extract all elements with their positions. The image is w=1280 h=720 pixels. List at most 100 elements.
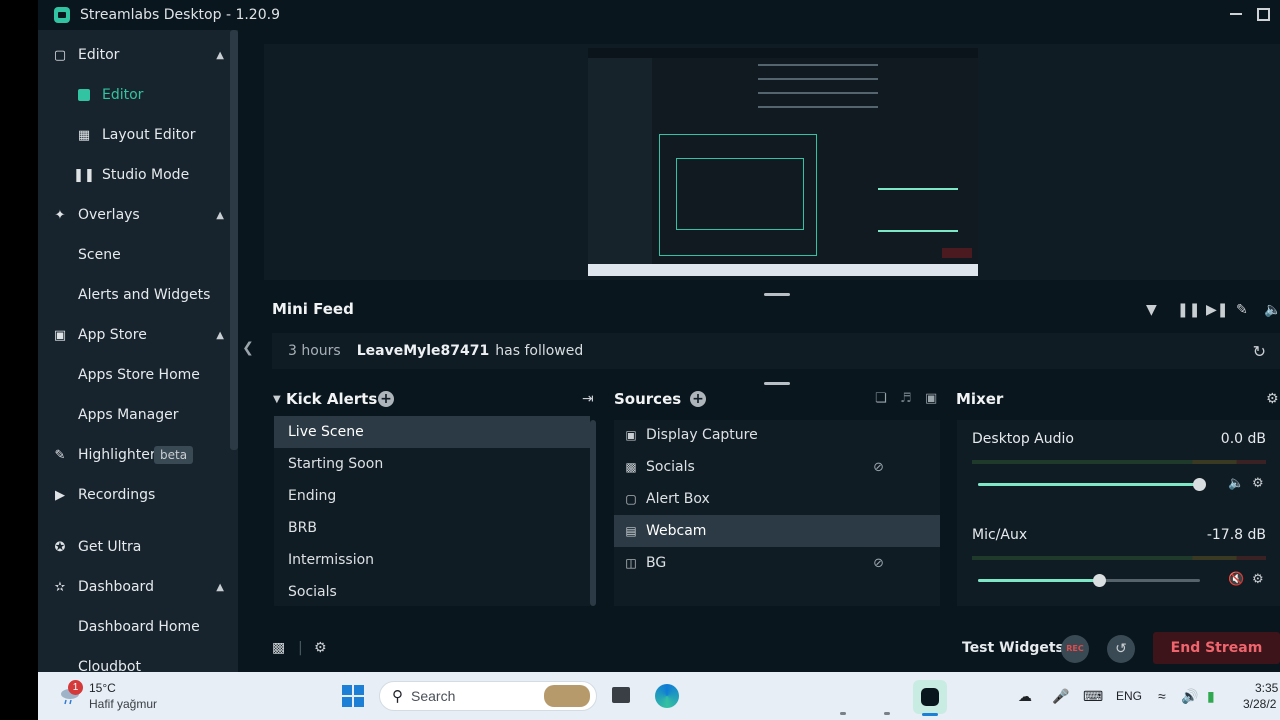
scene-item[interactable]: Live Scene [274, 416, 590, 448]
sidebar-item-dashboard-group[interactable]: ✫ Dashboard ▲ [38, 567, 238, 607]
source-item[interactable]: ▤ Webcam [614, 515, 940, 547]
taskbar-indicator [884, 712, 890, 715]
sidebar-item-highlighter[interactable]: ✎ Highlighter beta [38, 435, 238, 475]
scene-item[interactable]: Starting Soon [274, 448, 590, 480]
muted-icon[interactable]: 🔇 [1228, 572, 1244, 587]
source-label: BG [646, 555, 667, 571]
chevron-up-icon: ▲ [216, 209, 224, 221]
scene-transition-icon[interactable]: ⇥ [582, 391, 594, 407]
file-icon: ◫ [625, 556, 637, 570]
volume-icon[interactable]: 🔈 [1264, 302, 1280, 318]
scene-collection-title[interactable]: Kick Alerts [286, 390, 377, 408]
weather-description[interactable]: Hafif yağmur [89, 697, 157, 711]
sidebar-item-alerts-widgets[interactable]: Alerts and Widgets [38, 275, 238, 315]
title-bar: Streamlabs Desktop - 1.20.9 [38, 0, 1280, 30]
screen-edge [0, 0, 38, 720]
source-item[interactable]: ◫ BG ⊘ [614, 547, 940, 579]
add-folder-icon[interactable]: ▣ [925, 391, 937, 406]
sidebar-item-cloudbot[interactable]: Cloudbot [38, 647, 238, 672]
refresh-icon[interactable]: ↻ [1253, 342, 1266, 361]
scene-item[interactable]: Ending [274, 480, 590, 512]
sidebar-item-editor[interactable]: Editor [38, 75, 238, 115]
source-item[interactable]: ▢ Alert Box [614, 483, 940, 515]
gear-icon[interactable]: ⚙ [1252, 476, 1264, 491]
sidebar-item-studio-mode[interactable]: ❚❚ Studio Mode [38, 155, 238, 195]
battery-icon[interactable]: ▮ [1207, 688, 1215, 705]
gear-icon[interactable]: ⚙ [1266, 391, 1279, 407]
notification-bell-icon[interactable]: ⚙ [314, 640, 327, 656]
edge-browser-icon[interactable] [655, 684, 679, 708]
microphone-icon[interactable]: 🎤 [1052, 688, 1069, 705]
sidebar-item-scene[interactable]: Scene [38, 235, 238, 275]
maximize-button[interactable] [1257, 8, 1270, 21]
record-button[interactable]: REC [1061, 635, 1089, 663]
mixer-title: Mixer [956, 390, 1004, 408]
keyboard-icon[interactable]: ⌨ [1083, 688, 1103, 705]
gear-icon[interactable]: ⚙ [1252, 572, 1264, 587]
visibility-off-icon[interactable]: ⊘ [873, 460, 884, 475]
beta-badge: beta [154, 446, 194, 464]
source-label: Display Capture [646, 427, 758, 443]
minimize-button[interactable] [1230, 13, 1242, 15]
sidebar-item-label: Overlays [78, 207, 140, 223]
volume-slider-knob[interactable] [1093, 574, 1106, 587]
sidebar-item-label: Alerts and Widgets [78, 287, 211, 303]
cloud-icon[interactable]: ☁ [1018, 688, 1032, 705]
sidebar-item-get-ultra[interactable]: ✪ Get Ultra [38, 527, 238, 567]
language-indicator[interactable]: ENG [1116, 689, 1142, 703]
end-stream-button[interactable]: End Stream [1153, 632, 1280, 664]
feed-event-row[interactable]: 3 hours LeaveMyle87471 has followed ↻ [272, 333, 1280, 369]
weather-temperature[interactable]: 15°C [89, 681, 116, 695]
drag-handle[interactable] [764, 293, 790, 296]
test-widgets-button[interactable]: Test Widgets [962, 640, 1064, 656]
source-label: Alert Box [646, 491, 710, 507]
replay-buffer-icon[interactable]: ↺ [1107, 635, 1135, 663]
sidebar-item-label: Highlighter [78, 447, 156, 463]
sidebar-item-dashboard-home[interactable]: Dashboard Home [38, 607, 238, 647]
sidebar-item-apps-store-home[interactable]: Apps Store Home [38, 355, 238, 395]
volume-slider-fill [978, 579, 1100, 582]
speaker-icon[interactable]: 🔊 [1181, 688, 1198, 705]
source-item[interactable]: ▣ Display Capture [614, 419, 940, 451]
source-item[interactable]: ▩ Socials ⊘ [614, 451, 940, 483]
sidebar-scrollbar[interactable] [230, 30, 238, 450]
add-scene-button[interactable]: + [378, 391, 394, 407]
skip-icon[interactable]: ▶❚ [1206, 302, 1229, 318]
source-selection-icon[interactable]: ❏ [875, 391, 887, 406]
task-view-icon[interactable] [612, 687, 630, 703]
stats-icon[interactable]: ▩ [272, 640, 285, 656]
clock-date[interactable]: 3/28/2 [1243, 697, 1276, 711]
pause-icon[interactable]: ❚❚ [1177, 302, 1200, 318]
mini-feed-title: Mini Feed [272, 300, 354, 318]
drag-handle[interactable] [764, 382, 790, 385]
collapse-sidebar-icon[interactable]: ❮ [238, 340, 258, 360]
sidebar-item-app-store-group[interactable]: ▣ App Store ▲ [38, 315, 238, 355]
divider: | [298, 640, 303, 656]
scene-item[interactable]: Intermission [274, 544, 590, 576]
add-source-button[interactable]: + [690, 391, 706, 407]
windows-start-icon[interactable] [342, 685, 364, 707]
visibility-off-icon[interactable]: ⊘ [873, 556, 884, 571]
sidebar-item-recordings[interactable]: ▶ Recordings [38, 475, 238, 515]
scenes-scrollbar[interactable] [590, 420, 596, 606]
mute-alerts-icon[interactable]: ✎ [1236, 302, 1248, 318]
clock-time[interactable]: 3:35 [1255, 681, 1278, 695]
streamlabs-taskbar-icon[interactable] [913, 680, 947, 714]
scene-item[interactable]: BRB [274, 512, 590, 544]
audio-source-icon[interactable]: ♬ [900, 391, 912, 406]
sidebar-item-label: Apps Manager [78, 407, 179, 423]
scene-item[interactable]: Socials [274, 576, 590, 608]
wifi-icon[interactable]: ≈ [1158, 688, 1166, 704]
taskbar-search-box[interactable]: ⚲ Search [379, 681, 597, 711]
sidebar-item-overlays-group[interactable]: ✦ Overlays ▲ [38, 195, 238, 235]
sidebar-item-layout-editor[interactable]: ▦ Layout Editor [38, 115, 238, 155]
volume-slider-knob[interactable] [1193, 478, 1206, 491]
sidebar-item-editor-group[interactable]: ▢ Editor ▲ [38, 35, 238, 75]
sidebar-item-label: Recordings [78, 487, 156, 503]
streamlabs-logo-icon [54, 7, 70, 23]
volume-icon[interactable]: 🔈 [1228, 476, 1244, 491]
stream-preview-image[interactable] [588, 48, 978, 276]
sidebar-item-apps-manager[interactable]: Apps Manager [38, 395, 238, 435]
chevron-down-icon[interactable]: ▼ [273, 394, 281, 405]
filter-icon[interactable]: ▼ [1146, 302, 1157, 318]
